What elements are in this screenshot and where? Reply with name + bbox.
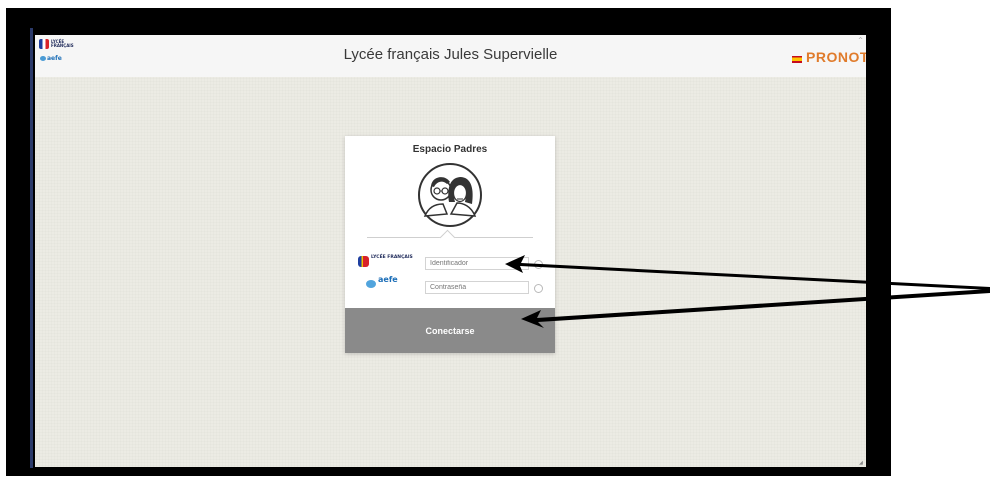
lycee-logo-icon <box>358 256 369 267</box>
lycee-logo-text: LYCÉE FRANÇAIS <box>371 255 413 260</box>
password-radio-icon[interactable] <box>534 284 543 293</box>
top-bar: LYCÉE FRANÇAIS aefe Lycée français Jules… <box>35 35 866 77</box>
page-title: Lycée français Jules Supervielle <box>343 46 558 63</box>
connect-button[interactable]: Conectarse <box>345 308 555 353</box>
screenshot-frame: LYCÉE FRANÇAIS aefe Lycée français Jules… <box>6 8 891 476</box>
pronote-logo: PRONOTE <box>806 49 866 65</box>
spain-flag-icon[interactable] <box>792 56 802 63</box>
aefe-logo-icon <box>366 280 376 288</box>
identifier-radio-icon[interactable] <box>534 260 543 269</box>
resize-handle-icon[interactable]: ◢ <box>859 460 863 466</box>
pronote-brand-text: PRONOTE <box>806 49 866 65</box>
identifier-input[interactable] <box>425 257 529 270</box>
left-edge-strip <box>30 28 33 468</box>
login-card: Espacio Padres LYCÉE FRANÇAIS aefe Ident… <box>345 136 555 353</box>
window-control-icon[interactable]: ^ <box>858 37 863 44</box>
aefe-logo-text: aefe <box>378 275 398 284</box>
login-logos: LYCÉE FRANÇAIS aefe <box>357 253 423 295</box>
parents-avatar-icon <box>418 163 482 227</box>
login-card-title: Espacio Padres <box>412 144 488 155</box>
password-input[interactable] <box>425 281 529 294</box>
separator-notch <box>439 229 456 246</box>
login-page: LYCÉE FRANÇAIS aefe Lycée français Jules… <box>35 35 866 467</box>
